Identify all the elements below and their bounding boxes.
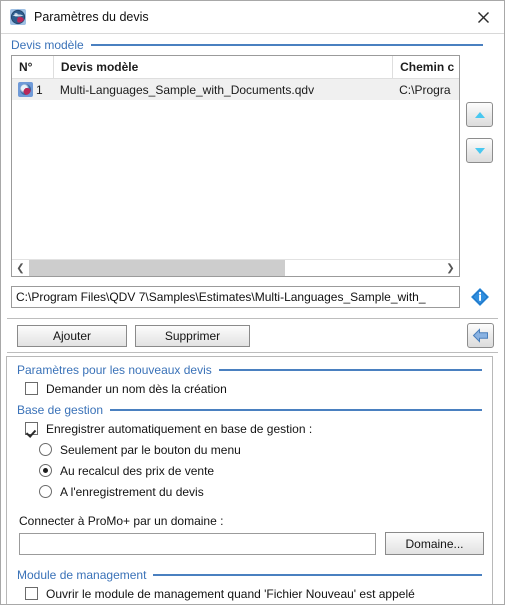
divider-2: [7, 352, 498, 353]
group-management-module-header: Module de management: [7, 566, 492, 583]
qdv-document-icon: [18, 82, 33, 97]
domain-button[interactable]: Domaine...: [385, 532, 484, 555]
add-button[interactable]: Ajouter: [17, 325, 127, 347]
group-rule: [90, 43, 483, 46]
column-header-path[interactable]: Chemin c: [393, 56, 459, 78]
group-new-quotes-header: Paramètres pour les nouveaux devis: [7, 361, 492, 378]
row-number-cell: 1: [12, 79, 54, 100]
delete-button[interactable]: Supprimer: [135, 325, 250, 347]
domain-field-label: Connecter à ProMo+ par un domaine :: [19, 514, 224, 528]
scroll-right-icon[interactable]: ❯: [442, 260, 459, 276]
column-header-number[interactable]: N°: [12, 56, 54, 78]
group-rule: [110, 408, 482, 411]
row-number: 1: [36, 82, 43, 97]
triangle-up-icon: [474, 111, 485, 118]
column-header-name[interactable]: Devis modèle: [54, 56, 394, 78]
checkbox-auto-save-row[interactable]: Enregistrer automatiquement en base de g…: [7, 418, 492, 439]
list-toolbar: Ajouter Supprimer: [7, 321, 498, 351]
scrollbar-track[interactable]: [29, 260, 442, 276]
radio-on-save-row[interactable]: A l'enregistrement du devis: [7, 481, 492, 502]
group-new-quotes-title: Paramètres pour les nouveaux devis: [17, 362, 212, 377]
radio-menu-button[interactable]: [39, 443, 52, 456]
settings-panel: Paramètres pour les nouveaux devis Deman…: [6, 356, 493, 604]
group-rule: [153, 573, 482, 576]
row-name-cell: Multi-Languages_Sample_with_Documents.qd…: [59, 82, 315, 97]
domain-input[interactable]: [19, 532, 376, 555]
move-down-button[interactable]: [466, 138, 493, 163]
model-path-input[interactable]: [11, 286, 460, 308]
checkbox-open-module-row[interactable]: Ouvrir le module de management quand 'Fi…: [7, 583, 492, 604]
checkbox-open-module[interactable]: [25, 587, 38, 600]
qdv-globe-icon: [10, 9, 26, 25]
triangle-down-icon: [474, 147, 485, 154]
domain-field-row: Domaine...: [7, 532, 492, 555]
model-list-body: 1 Multi-Languages_Sample_with_Documents.…: [12, 79, 459, 259]
group-management-module-title: Module de management: [17, 567, 147, 582]
checkbox-ask-name[interactable]: [25, 382, 38, 395]
scroll-left-icon[interactable]: ❮: [12, 260, 29, 276]
back-button[interactable]: [467, 323, 494, 348]
model-path-row: [11, 286, 493, 308]
title-bar: Paramètres du devis: [1, 1, 504, 34]
group-rule: [218, 368, 482, 371]
close-icon[interactable]: [468, 6, 498, 28]
page-title: Paramètres du devis: [34, 10, 149, 24]
quote-settings-dialog: Paramètres du devis Devis modèle N° Devi…: [0, 0, 505, 605]
model-list[interactable]: N° Devis modèle Chemin c 1 Multi-Languag…: [11, 55, 460, 277]
radio-recalc-prices-row[interactable]: Au recalcul des prix de vente: [7, 460, 492, 481]
scrollbar-thumb[interactable]: [29, 260, 286, 276]
radio-recalc-prices[interactable]: [39, 464, 52, 477]
group-devis-modele-header: Devis modèle: [1, 36, 493, 53]
radio-recalc-prices-label: Au recalcul des prix de vente: [60, 463, 215, 478]
info-icon[interactable]: [469, 286, 491, 308]
group-management-db-header: Base de gestion: [7, 401, 492, 418]
checkbox-ask-name-label: Demander un nom dès la création: [46, 381, 227, 396]
checkbox-auto-save[interactable]: [25, 422, 38, 435]
table-row[interactable]: 1 Multi-Languages_Sample_with_Documents.…: [12, 79, 459, 100]
dialog-body: Devis modèle N° Devis modèle Chemin c 1 …: [1, 34, 504, 604]
model-list-header: N° Devis modèle Chemin c: [12, 56, 459, 79]
divider: [7, 318, 498, 319]
group-management-db-title: Base de gestion: [17, 402, 104, 417]
checkbox-open-module-label: Ouvrir le module de management quand 'Fi…: [46, 586, 415, 601]
row-path-cell: C:\Progra: [399, 82, 451, 97]
radio-menu-button-label: Seulement par le bouton du menu: [60, 442, 241, 457]
move-up-button[interactable]: [466, 102, 493, 127]
checkbox-ask-name-row[interactable]: Demander un nom dès la création: [7, 378, 492, 399]
horizontal-scrollbar[interactable]: ❮ ❯: [12, 259, 459, 276]
group-devis-modele-title: Devis modèle: [11, 37, 84, 52]
radio-on-save-label: A l'enregistrement du devis: [60, 484, 204, 499]
radio-on-save[interactable]: [39, 485, 52, 498]
radio-menu-button-row[interactable]: Seulement par le bouton du menu: [7, 439, 492, 460]
checkbox-auto-save-label: Enregistrer automatiquement en base de g…: [46, 421, 313, 436]
